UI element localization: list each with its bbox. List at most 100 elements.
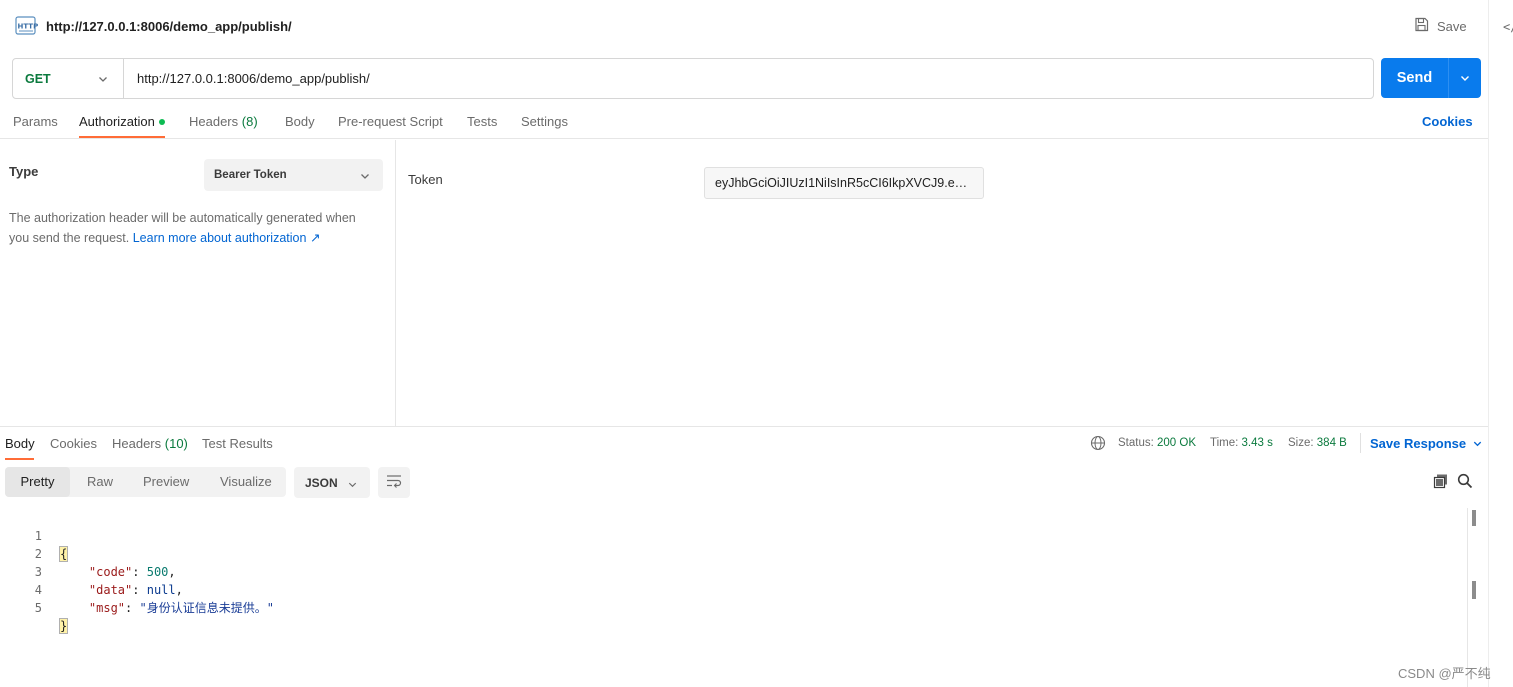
token-input[interactable]: eyJhbGciOiJIUzI1NiIsInR5cCI6IkpXVCJ9.eyJ… bbox=[704, 167, 984, 199]
response-tab-test-results[interactable]: Test Results bbox=[202, 436, 273, 451]
view-mode-visualize[interactable]: Visualize bbox=[220, 467, 272, 497]
code-line: 3 "data": null, bbox=[0, 545, 183, 597]
json-key: "msg" bbox=[88, 601, 126, 615]
auth-help-text: The authorization header will be automat… bbox=[9, 208, 379, 248]
tab-settings[interactable]: Settings bbox=[521, 114, 568, 129]
size-value: 384 B bbox=[1316, 437, 1347, 449]
code-source: "code": 500, bbox=[88, 565, 176, 579]
save-response-button[interactable]: Save Response bbox=[1370, 436, 1483, 451]
wrap-lines-button[interactable] bbox=[378, 467, 410, 498]
line-number: 5 bbox=[34, 601, 42, 615]
cookies-link[interactable]: Cookies bbox=[1422, 114, 1473, 129]
code-source: "data": null, bbox=[88, 583, 183, 597]
request-title-bar: HTTP http://127.0.0.1:8006/demo_app/publ… bbox=[0, 0, 1488, 52]
code-line: 2 "code": 500, bbox=[0, 527, 176, 579]
active-dot-indicator bbox=[158, 118, 165, 125]
auth-token-panel: Token eyJhbGciOiJIUzI1NiIsInR5cCI6IkpXVC… bbox=[396, 140, 1488, 426]
save-label: Save bbox=[1437, 18, 1467, 34]
globe-icon[interactable] bbox=[1090, 435, 1106, 454]
active-tab-underline bbox=[79, 136, 165, 138]
status-label: Status: bbox=[1118, 437, 1154, 449]
view-mode-raw[interactable]: Raw bbox=[87, 467, 113, 497]
json-null: null bbox=[146, 583, 176, 597]
open-brace: { bbox=[58, 546, 69, 562]
code-source: } bbox=[58, 617, 69, 635]
json-key: "data" bbox=[88, 583, 133, 597]
request-tabs: Params Authorization Headers (8) Body Pr… bbox=[0, 110, 1488, 139]
response-status[interactable]: Status: 200 OK bbox=[1118, 437, 1196, 449]
wrap-lines-icon bbox=[386, 474, 402, 491]
json-string: "身份认证信息未提供。" bbox=[139, 601, 274, 615]
response-tab-headers[interactable]: Headers (10) bbox=[112, 436, 188, 451]
view-mode-preview[interactable]: Preview bbox=[143, 467, 189, 497]
format-value: JSON bbox=[305, 475, 338, 490]
tab-headers-label: Headers bbox=[189, 114, 239, 129]
svg-text:HTTP: HTTP bbox=[18, 23, 39, 31]
token-label: Token bbox=[408, 172, 443, 187]
tab-headers[interactable]: Headers (8) bbox=[189, 114, 258, 129]
chevron-down-icon bbox=[1461, 76, 1469, 81]
code-line: 5 } bbox=[0, 581, 69, 634]
tab-authorization-label: Authorization bbox=[79, 114, 155, 129]
time-value: 3.43 s bbox=[1241, 437, 1273, 449]
meta-separator bbox=[1360, 433, 1361, 453]
chevron-down-icon bbox=[1473, 441, 1482, 447]
tab-body[interactable]: Body bbox=[285, 114, 315, 129]
active-response-tab-underline bbox=[5, 458, 34, 460]
chevron-down-icon bbox=[97, 73, 109, 88]
watermark: CSDN @严不纯 bbox=[1398, 666, 1491, 681]
external-link-icon: ↗ bbox=[309, 231, 321, 245]
auth-type-panel: Type Bearer Token The authorization head… bbox=[0, 140, 396, 426]
size-label: Size: bbox=[1288, 437, 1314, 449]
url-input[interactable] bbox=[137, 71, 1337, 86]
response-tab-body[interactable]: Body bbox=[5, 436, 35, 451]
request-title[interactable]: http://127.0.0.1:8006/demo_app/publish/ bbox=[46, 19, 292, 34]
view-mode-pretty[interactable]: Pretty bbox=[5, 467, 70, 497]
auth-type-label: Type bbox=[9, 164, 39, 179]
response-tab-headers-label: Headers bbox=[112, 436, 162, 451]
token-value: eyJhbGciOiJIUzI1NiIsInR5cCI6IkpXVCJ9.eyJ… bbox=[715, 176, 973, 190]
code-line: 1 { bbox=[0, 509, 69, 562]
code-line: 4 "msg": "身份认证信息未提供。" bbox=[0, 563, 274, 615]
code-snippet-icon[interactable]: </ bbox=[1503, 20, 1513, 34]
chevron-down-icon bbox=[347, 478, 358, 493]
search-icon[interactable] bbox=[1457, 473, 1473, 492]
vertical-scrollbar-track[interactable] bbox=[1467, 508, 1468, 687]
save-response-label: Save Response bbox=[1370, 436, 1467, 451]
tab-prerequest-script[interactable]: Pre-request Script bbox=[338, 114, 443, 129]
code-source: { bbox=[58, 545, 69, 563]
auth-type-select[interactable]: Bearer Token bbox=[204, 159, 383, 191]
copy-icon[interactable] bbox=[1433, 473, 1449, 492]
send-options-dropdown[interactable] bbox=[1449, 72, 1481, 84]
chevron-down-icon bbox=[359, 170, 371, 185]
response-size[interactable]: Size: 384 B bbox=[1288, 437, 1347, 449]
send-button[interactable]: Send bbox=[1381, 58, 1481, 98]
response-time[interactable]: Time: 3.43 s bbox=[1210, 437, 1273, 449]
tab-params[interactable]: Params bbox=[13, 114, 58, 129]
scrollbar-marker bbox=[1472, 581, 1476, 599]
code-source: "msg": "身份认证信息未提供。" bbox=[88, 601, 274, 615]
tab-authorization[interactable]: Authorization bbox=[79, 114, 165, 129]
url-bar: GET bbox=[12, 58, 1374, 99]
save-icon bbox=[1414, 17, 1429, 35]
response-tab-cookies[interactable]: Cookies bbox=[50, 436, 97, 451]
auth-type-value: Bearer Token bbox=[214, 169, 287, 181]
view-mode-selector: Pretty Raw Preview Visualize bbox=[5, 467, 286, 497]
json-number: 500 bbox=[146, 565, 169, 579]
http-request-icon: HTTP bbox=[14, 14, 38, 38]
format-select[interactable]: JSON bbox=[294, 467, 370, 498]
save-button[interactable]: Save bbox=[1414, 17, 1467, 35]
scrollbar-marker bbox=[1472, 510, 1476, 526]
response-headers-count: (10) bbox=[164, 436, 188, 451]
learn-more-link[interactable]: Learn more about authorization ↗ bbox=[133, 231, 321, 245]
learn-more-label: Learn more about authorization bbox=[132, 231, 307, 245]
json-key: "code" bbox=[88, 565, 133, 579]
close-brace: } bbox=[58, 618, 69, 634]
response-tabs: Body Cookies Headers (10) Test Results S… bbox=[0, 427, 1488, 461]
headers-count: (8) bbox=[241, 114, 258, 129]
right-sidebar-rail: </ bbox=[1488, 0, 1513, 687]
send-label: Send bbox=[1396, 70, 1433, 86]
method-select[interactable]: GET bbox=[13, 59, 124, 98]
method-value: GET bbox=[25, 71, 51, 86]
tab-tests[interactable]: Tests bbox=[467, 114, 497, 129]
